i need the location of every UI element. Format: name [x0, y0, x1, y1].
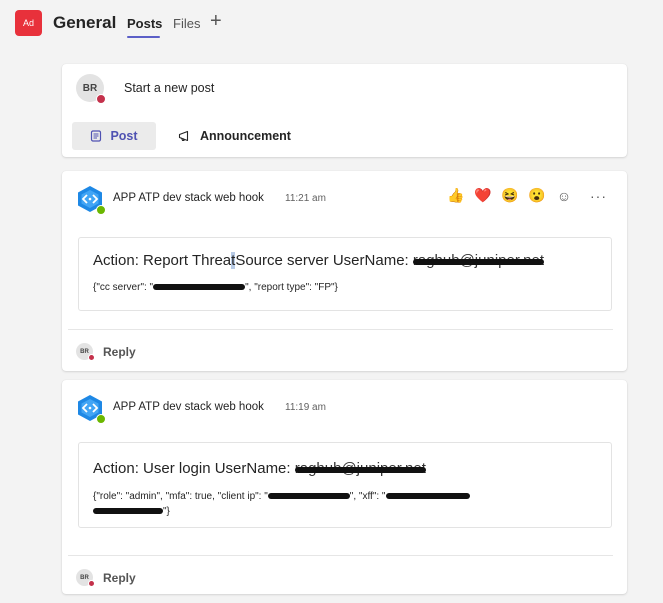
- presence-busy-icon: [88, 580, 95, 587]
- presence-busy-icon: [88, 354, 95, 361]
- team-badge[interactable]: Ad: [15, 10, 42, 36]
- sender-name[interactable]: APP ATP dev stack web hook: [113, 192, 264, 204]
- avatar: BR: [76, 343, 95, 361]
- megaphone-icon: [178, 130, 189, 142]
- message-card: APP ATP dev stack web hook 11:19 am Acti…: [62, 380, 627, 594]
- redacted-ip: [153, 284, 246, 291]
- divider: [68, 555, 613, 556]
- post-icon: [91, 130, 102, 142]
- card-title-mid: Source server UserName:: [235, 252, 409, 269]
- reply-label: Reply: [103, 570, 136, 585]
- redacted-client-ip: [267, 493, 350, 500]
- card-body-end: ", "report type": "FP"}: [245, 282, 338, 293]
- channel-header: Ad General Posts Files +: [0, 0, 663, 46]
- start-post-input[interactable]: Start a new post: [124, 81, 214, 95]
- presence-busy-icon: [96, 94, 106, 104]
- avatar-initials: BR: [80, 574, 89, 581]
- laugh-reaction-icon[interactable]: 😆: [501, 187, 519, 204]
- active-tab-indicator: [127, 36, 160, 38]
- message-timestamp: 11:21 am: [285, 193, 326, 204]
- announcement-button-label: Announcement: [200, 129, 291, 143]
- channel-title: General: [53, 13, 117, 32]
- redacted-xff: [385, 493, 470, 500]
- card-body: {"role": "admin", "mfa": true, "client i…: [93, 489, 593, 519]
- reply-button[interactable]: BR Reply: [76, 569, 136, 587]
- tab-files[interactable]: Files: [173, 16, 200, 31]
- card-body-start: {"role": "admin", "mfa": true, "client i…: [93, 491, 268, 502]
- card-body-mid: ", "xff": ": [349, 491, 386, 502]
- card-title-prefix: Action: Report Threa: [93, 252, 232, 269]
- divider: [68, 329, 613, 330]
- adaptive-card: Action: User login UserName: raghub@juni…: [78, 442, 612, 528]
- reply-button[interactable]: BR Reply: [76, 343, 136, 361]
- post-button-label: Post: [110, 129, 138, 143]
- redacted-username: raghub@juniper.net: [412, 252, 545, 269]
- tab-posts[interactable]: Posts: [127, 16, 162, 31]
- redacted-username: raghub@juniper.net: [294, 460, 426, 477]
- presence-available-icon: [96, 414, 106, 424]
- message-timestamp: 11:19 am: [285, 402, 326, 413]
- like-reaction-icon[interactable]: 👍: [447, 187, 465, 204]
- redacted-xff-continued: [93, 508, 163, 515]
- message-card: APP ATP dev stack web hook 11:21 am 👍 ❤️…: [62, 171, 627, 371]
- add-reaction-icon[interactable]: ☺: [555, 188, 573, 204]
- reply-label: Reply: [103, 344, 136, 359]
- surprised-reaction-icon[interactable]: 😮: [528, 187, 546, 204]
- card-title: Action: User login UserName: raghub@juni…: [93, 460, 426, 477]
- avatar-initials: BR: [82, 82, 98, 94]
- card-title-prefix: Action: User login UserName:: [93, 460, 291, 477]
- post-button[interactable]: Post: [72, 122, 156, 150]
- add-tab-icon[interactable]: +: [210, 10, 222, 32]
- avatar[interactable]: BR: [76, 74, 106, 104]
- more-options-icon[interactable]: ···: [590, 188, 607, 204]
- avatar-initials: BR: [80, 348, 89, 355]
- announcement-button[interactable]: Announcement: [178, 122, 291, 150]
- new-post-composer: BR Start a new post Post Announcement: [62, 64, 627, 157]
- card-title: Action: Report ThreatSource server UserN…: [93, 252, 545, 269]
- card-body-start: {"cc server": ": [93, 282, 154, 293]
- avatar: BR: [76, 569, 95, 587]
- sender-name[interactable]: APP ATP dev stack web hook: [113, 401, 264, 413]
- presence-available-icon: [96, 205, 106, 215]
- card-body: {"cc server": " ", "report type": "FP"}: [93, 280, 338, 295]
- card-body-end: "}: [163, 506, 170, 517]
- heart-reaction-icon[interactable]: ❤️: [474, 187, 492, 204]
- reaction-bar: 👍 ❤️ 😆 😮 ☺ ···: [447, 187, 607, 204]
- adaptive-card: Action: Report ThreatSource server UserN…: [78, 237, 612, 311]
